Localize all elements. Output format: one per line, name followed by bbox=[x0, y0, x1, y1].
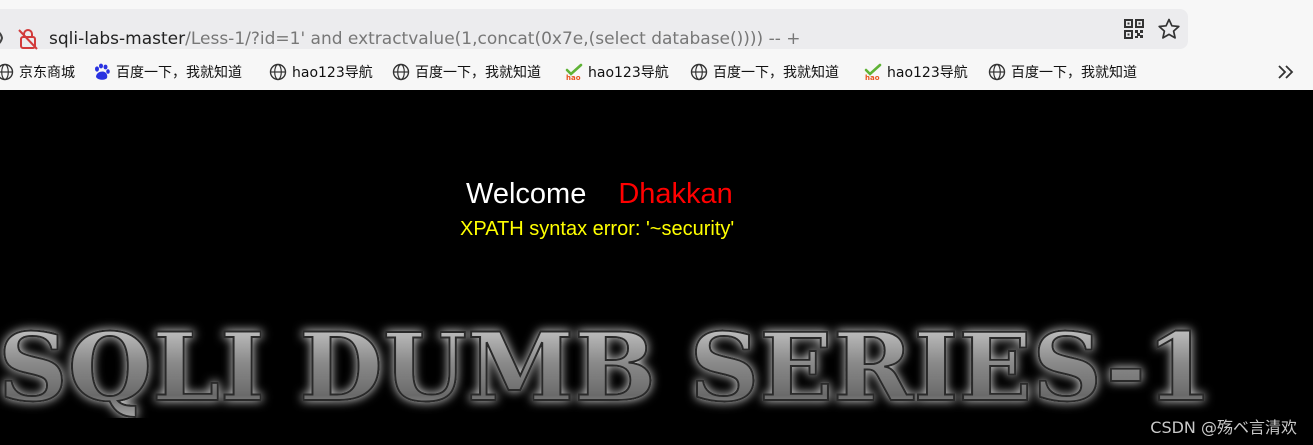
bookmark-label: 百度一下，我就知道 bbox=[116, 65, 242, 81]
bookmark-item[interactable]: hao123导航 bbox=[269, 61, 373, 83]
hao-icon: hao bbox=[864, 63, 882, 81]
browser-toolbar: sqli-labs-master/Less-1/?id=1' and extra… bbox=[0, 0, 1313, 90]
bookmark-item[interactable]: hao hao123导航 bbox=[864, 61, 968, 83]
svg-text:hao: hao bbox=[865, 74, 880, 81]
bookmarks-bar: 京东商城 百度一下，我就知道 hao123导航 百度一下，我就知道 hao ha… bbox=[0, 57, 1313, 87]
globe-icon bbox=[690, 63, 708, 81]
hao-icon: hao bbox=[565, 63, 583, 81]
bookmark-label: 京东商城 bbox=[19, 65, 75, 81]
url-host: sqli-labs-master bbox=[49, 29, 186, 49]
bookmark-label: 百度一下，我就知道 bbox=[1011, 65, 1137, 81]
bookmark-label: 百度一下，我就知道 bbox=[415, 65, 541, 81]
series-banner: SQLI DUMB SERIES-1 bbox=[0, 318, 1214, 418]
chevron-double-right-icon[interactable] bbox=[1276, 62, 1296, 82]
bookmark-star-icon[interactable] bbox=[1158, 18, 1180, 40]
insecure-lock-icon[interactable] bbox=[18, 28, 38, 50]
globe-icon bbox=[269, 63, 287, 81]
bookmark-label: hao123导航 bbox=[292, 65, 373, 81]
globe-icon bbox=[392, 63, 410, 81]
globe-icon bbox=[988, 63, 1006, 81]
baidu-paw-icon bbox=[95, 63, 110, 80]
welcome-text: Welcome bbox=[466, 178, 587, 210]
bookmark-item[interactable]: 百度一下，我就知道 bbox=[392, 61, 541, 83]
bookmark-label: hao123导航 bbox=[588, 65, 669, 81]
qr-code-icon[interactable] bbox=[1124, 19, 1144, 39]
welcome-line: Welcome Dhakkan bbox=[466, 178, 733, 211]
xpath-error-message: XPATH syntax error: '~security' bbox=[460, 218, 735, 240]
bookmark-item[interactable]: 百度一下，我就知道 bbox=[690, 61, 839, 83]
bookmark-label: hao123导航 bbox=[887, 65, 968, 81]
svg-text:hao: hao bbox=[566, 74, 581, 81]
banner-text: SQLI DUMB SERIES-1 bbox=[0, 318, 1213, 418]
url-text[interactable]: sqli-labs-master/Less-1/?id=1' and extra… bbox=[49, 28, 801, 50]
globe-icon bbox=[0, 63, 14, 81]
address-bar[interactable]: sqli-labs-master/Less-1/?id=1' and extra… bbox=[0, 9, 1188, 50]
user-name: Dhakkan bbox=[618, 178, 733, 210]
bookmark-item[interactable]: 京东商城 bbox=[0, 61, 75, 83]
bookmark-item[interactable]: 百度一下，我就知道 bbox=[93, 61, 242, 83]
shield-icon[interactable] bbox=[0, 29, 4, 47]
csdn-watermark: CSDN @殇ベ言清欢 bbox=[1150, 418, 1297, 437]
url-path: /Less-1/?id=1' and extractvalue(1,concat… bbox=[185, 29, 801, 49]
bookmark-item[interactable]: 百度一下，我就知道 bbox=[988, 61, 1137, 83]
bookmark-label: 百度一下，我就知道 bbox=[713, 65, 839, 81]
bookmark-item[interactable]: hao hao123导航 bbox=[565, 61, 669, 83]
